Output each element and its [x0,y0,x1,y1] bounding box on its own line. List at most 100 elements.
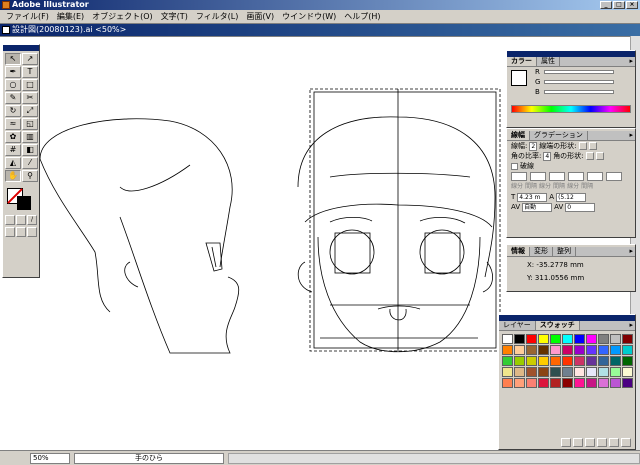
status-tool-text[interactable]: 手のひら [74,452,224,464]
swatch-0[interactable] [502,334,513,344]
selection-tool-icon[interactable]: ↖ [5,53,21,65]
swatch-30[interactable] [598,356,609,366]
swatch-15[interactable] [550,345,561,355]
screen-mode-3-icon[interactable] [27,227,37,237]
warp-tool-icon[interactable]: ≈ [5,118,21,130]
swatch-6[interactable] [574,334,585,344]
swatch-16[interactable] [562,345,573,355]
swatch-21[interactable] [622,345,633,355]
show-color-swatches-button[interactable] [573,438,583,447]
swatch-27[interactable] [562,356,573,366]
swatch-7[interactable] [586,334,597,344]
scale-tool-icon[interactable]: ⤢ [22,105,38,117]
swatch-42[interactable] [610,367,621,377]
swatch-18[interactable] [586,345,597,355]
gradient-tool-icon[interactable]: ◧ [22,144,38,156]
minimize-button[interactable]: _ [600,1,612,9]
swatch-26[interactable] [550,356,561,366]
swatch-32[interactable] [622,356,633,366]
eyedropper-tool-icon[interactable]: ⁄ [22,157,38,169]
dashed-checkbox[interactable] [511,162,518,170]
cap-round-button[interactable] [588,142,597,150]
swatch-23[interactable] [514,356,525,366]
swatch-54[interactable] [622,378,633,388]
swatch-40[interactable] [586,367,597,377]
panel-menu-arrow-icon[interactable]: ▸ [629,321,633,330]
paint-bucket-tool-icon[interactable]: ◭ [5,157,21,169]
tab-gradient[interactable]: グラデーション [530,131,588,140]
menu-view[interactable]: 画面(V) [242,11,278,22]
menu-file[interactable]: ファイル(F) [2,11,53,22]
color-spectrum-bar[interactable] [511,105,631,113]
swatch-28[interactable] [574,356,585,366]
swatch-38[interactable] [562,367,573,377]
swatch-50[interactable] [574,378,585,388]
new-swatch-button[interactable] [609,438,619,447]
swatch-37[interactable] [550,367,561,377]
screen-mode-2-icon[interactable] [16,227,26,237]
swatch-14[interactable] [538,345,549,355]
swatch-47[interactable] [538,378,549,388]
screen-mode-1-icon[interactable] [5,227,15,237]
swatch-48[interactable] [550,378,561,388]
tab-stroke[interactable]: 線幅 [507,131,530,140]
tab-align[interactable]: 整列 [553,247,576,256]
gap-field-1[interactable] [530,171,546,181]
tracking-field[interactable]: 自動 [522,202,553,212]
menu-edit[interactable]: 編集(E) [53,11,88,22]
swatch-3[interactable] [538,334,549,344]
show-gradient-swatches-button[interactable] [585,438,595,447]
hand-tool-icon[interactable]: ✋ [5,170,21,182]
pen-tool-icon[interactable]: ✒ [5,66,21,78]
swatch-41[interactable] [598,367,609,377]
menu-window[interactable]: ウインドウ(W) [278,11,340,22]
pencil-tool-icon[interactable]: ✎ [5,92,21,104]
panel-menu-arrow-icon[interactable]: ▸ [629,57,633,66]
gap-field-3[interactable] [606,171,622,181]
none-mode-icon[interactable]: / [27,215,37,225]
dash-field-3[interactable] [587,171,603,181]
swatch-11[interactable] [502,345,513,355]
type-tool-icon[interactable]: T [22,66,38,78]
show-all-swatches-button[interactable] [561,438,571,447]
swatch-52[interactable] [598,378,609,388]
swatch-46[interactable] [526,378,537,388]
graph-tool-icon[interactable]: ▥ [22,131,38,143]
delete-swatch-button[interactable] [621,438,631,447]
menu-help[interactable]: ヘルプ(H) [340,11,384,22]
swatch-53[interactable] [610,378,621,388]
tab-attributes[interactable]: 属性 [537,57,560,66]
swatch-25[interactable] [538,356,549,366]
font-size-field[interactable]: 4.23 m [517,192,548,202]
swatch-43[interactable] [622,367,633,377]
close-button[interactable]: × [626,1,638,9]
panel-menu-arrow-icon[interactable]: ▸ [629,131,633,140]
swatch-1[interactable] [514,334,525,344]
tab-color[interactable]: カラー [507,57,537,66]
swatch-19[interactable] [598,345,609,355]
panel-menu-arrow-icon[interactable]: ▸ [629,247,633,256]
dash-field-1[interactable] [511,171,527,181]
swatch-29[interactable] [586,356,597,366]
swatch-49[interactable] [562,378,573,388]
color-mode-icon[interactable] [5,215,15,225]
rectangle-tool-icon[interactable]: □ [22,79,38,91]
symbol-tool-icon[interactable]: ✿ [5,131,21,143]
maximize-button[interactable]: □ [613,1,625,9]
swatch-10[interactable] [622,334,633,344]
tab-layers[interactable]: レイヤー [499,321,536,330]
gap-field-2[interactable] [568,171,584,181]
tab-transform[interactable]: 変形 [530,247,553,256]
swatch-51[interactable] [586,378,597,388]
mesh-tool-icon[interactable]: # [5,144,21,156]
swatch-2[interactable] [526,334,537,344]
free-transform-tool-icon[interactable]: ◱ [22,118,38,130]
cap-butt-button[interactable] [578,142,587,150]
swatch-9[interactable] [610,334,621,344]
kerning-field[interactable]: 0 [565,202,596,212]
swatch-34[interactable] [514,367,525,377]
direct-select-tool-icon[interactable]: ↗ [22,53,38,65]
swatch-5[interactable] [562,334,573,344]
miter-field[interactable]: 4 [543,151,552,161]
color-preview-swatch[interactable] [511,70,527,86]
